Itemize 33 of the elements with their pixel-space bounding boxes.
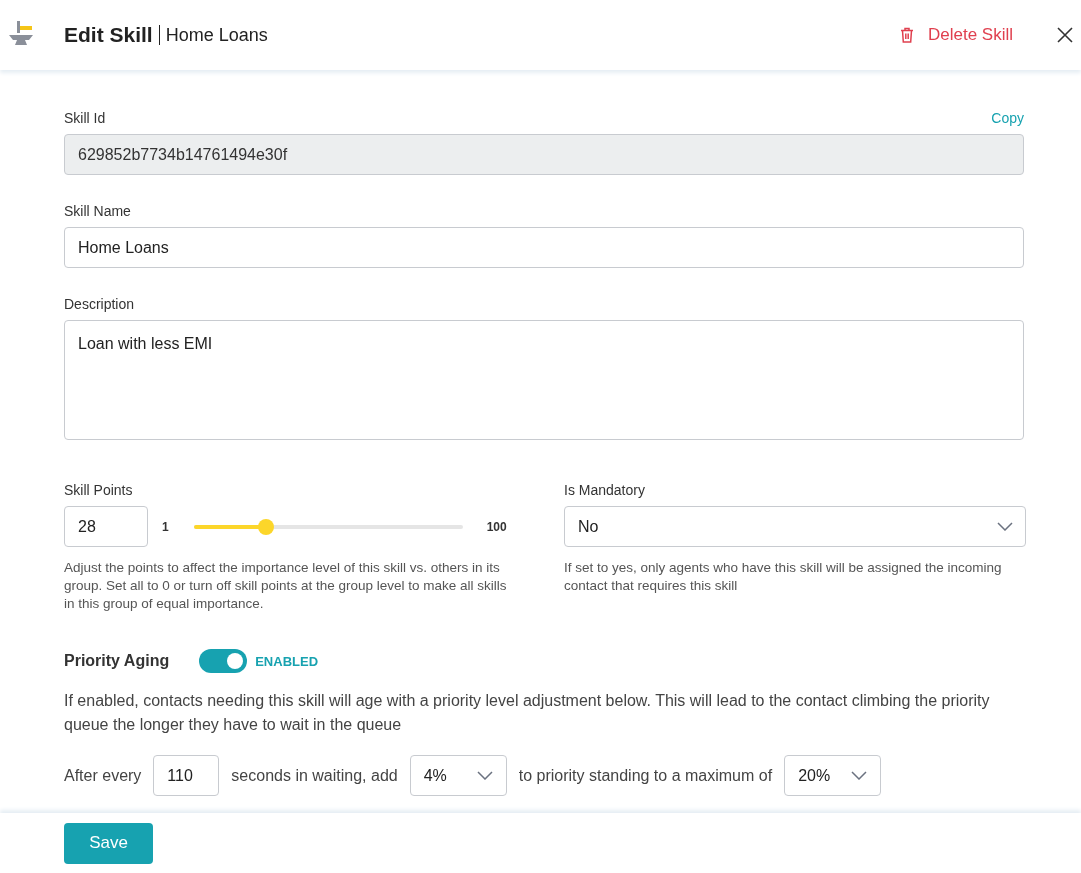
field-label: Skill Id	[64, 110, 106, 126]
chevron-down-icon	[476, 771, 493, 780]
toggle-switch[interactable]	[199, 649, 248, 673]
skill-points-field[interactable]: 28	[64, 506, 148, 547]
seconds-field[interactable]: 110	[153, 755, 220, 796]
help-text: If set to yes, only agents who have this skill will be assigned the incoming contact that requires this skill	[564, 559, 1003, 595]
chevron-down-icon	[851, 771, 868, 780]
slider-thumb[interactable]	[258, 518, 275, 535]
percent-dropdown[interactable]: 20%	[784, 755, 882, 796]
rule-text: seconds in waiting, add	[231, 766, 398, 785]
dialog-subtitle: Home Loans	[165, 24, 268, 46]
field-label: Skill Name	[64, 203, 132, 219]
description-text: If enabled, contacts needing this skill will age with a priority level adjustment below. This will lead to the contact climbing the priority queue the longer they have to wait in the queue	[64, 691, 991, 735]
field-label: Description	[64, 296, 136, 312]
delete-skill-button[interactable]: Delete Skill	[893, 24, 1019, 46]
rule-text: After every	[64, 766, 142, 785]
trash-icon	[899, 27, 914, 43]
field-label: Is Mandatory	[564, 482, 646, 498]
slider-min-label: 1	[162, 519, 169, 534]
skill-name-field[interactable]: Home Loans	[64, 227, 1024, 268]
dialog-title: Edit Skill	[64, 25, 160, 45]
mandatory-dropdown[interactable]: No	[564, 506, 1026, 547]
close-icon[interactable]	[1057, 27, 1073, 43]
section-title: Priority Aging	[64, 652, 170, 670]
field-label: Skill Points	[64, 482, 134, 498]
percent-dropdown[interactable]: 4%	[409, 755, 507, 796]
toggle-state-label: ENABLED	[255, 653, 319, 669]
slider-max-label: 100	[486, 519, 507, 534]
help-text: Adjust the points to affect the importance level of this skill vs. others in its group. Set all to 0 or turn off skill points at the group level to make all skills in this group of equal importance.	[64, 559, 508, 613]
chevron-down-icon	[997, 522, 1013, 531]
rule-text: to priority standing to a maximum of	[518, 766, 773, 785]
anvil-logo-icon	[7, 18, 35, 48]
description-field[interactable]: Loan with less EMI	[64, 320, 1024, 440]
